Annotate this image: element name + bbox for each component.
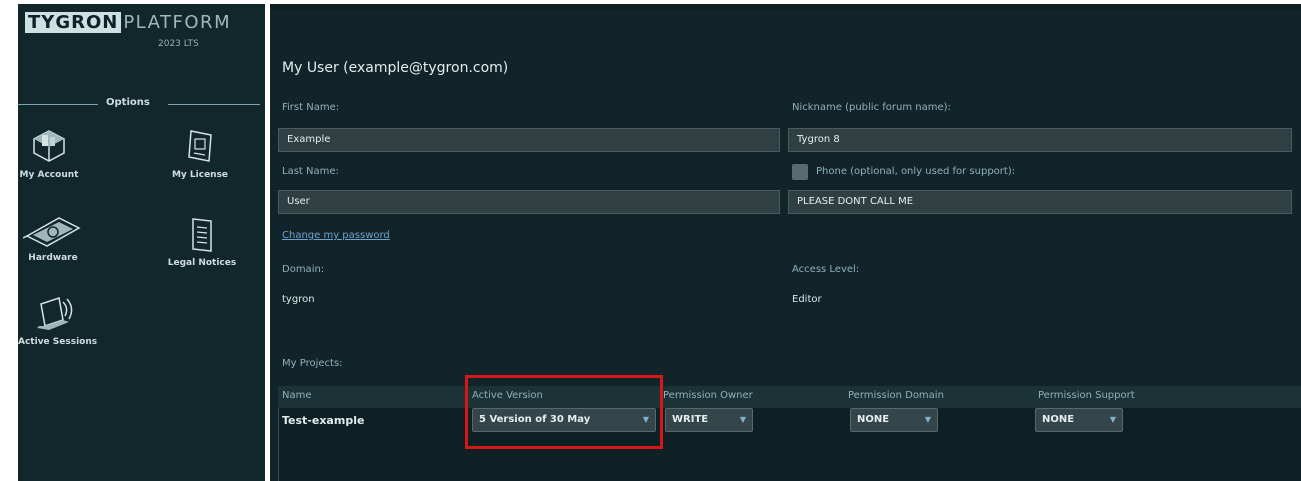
- city-blocks-icon: [33, 130, 65, 162]
- nickname-label: Nickname (public forum name):: [792, 102, 951, 113]
- app-window: TYGRON PLATFORM 2023 LTS Options My Accou…: [0, 0, 1301, 481]
- highlight-box: [465, 375, 663, 449]
- domain-label: Domain:: [282, 264, 325, 275]
- sidebar-item-label: Hardware: [28, 253, 78, 263]
- permission-owner-dropdown[interactable]: WRITE ▼: [665, 408, 753, 432]
- nickname-field[interactable]: Tygron 8: [788, 128, 1292, 152]
- domain-value: tygron: [282, 294, 315, 305]
- column-header-permission-support: Permission Support: [1038, 390, 1135, 401]
- sidebar-item-active-sessions[interactable]: Active Sessions: [18, 294, 98, 347]
- phone-checkbox[interactable]: [792, 164, 808, 180]
- document-icon: [192, 218, 212, 252]
- phone-field[interactable]: PLEASE DONT CALL ME: [788, 190, 1292, 214]
- column-header-permission-domain: Permission Domain: [848, 390, 944, 401]
- permission-domain-dropdown[interactable]: NONE ▼: [850, 408, 938, 432]
- chevron-down-icon: ▼: [739, 415, 746, 424]
- chevron-down-icon: ▼: [1109, 415, 1116, 424]
- sidebar-item-hardware[interactable]: Hardware: [22, 214, 84, 263]
- logo: TYGRON PLATFORM: [25, 12, 230, 36]
- options-divider-right: [168, 104, 260, 105]
- laptop-wifi-icon: [37, 297, 73, 330]
- graphics-card-icon: [23, 217, 81, 247]
- logo-brand: TYGRON: [25, 12, 122, 33]
- sidebar-item-my-license[interactable]: My License: [160, 127, 240, 180]
- version-label: 2023 LTS: [158, 39, 199, 49]
- column-header-name: Name: [282, 390, 312, 401]
- phone-label: Phone (optional, only used for support):: [816, 166, 1016, 177]
- access-level-value: Editor: [792, 294, 822, 305]
- top-strip: [270, 4, 1301, 10]
- project-name: Test-example: [282, 414, 365, 427]
- sidebar-item-label: My License: [171, 170, 229, 180]
- page-title: My User (example@tygron.com): [282, 60, 509, 76]
- sidebar: TYGRON PLATFORM 2023 LTS Options My Accou…: [18, 4, 265, 481]
- first-name-label: First Name:: [282, 102, 340, 113]
- change-password-link[interactable]: Change my password: [282, 230, 390, 241]
- column-header-permission-owner: Permission Owner: [663, 390, 753, 401]
- projects-table-header: [278, 386, 1301, 408]
- sidebar-item-label: Legal Notices: [167, 258, 237, 268]
- permission-domain-value: NONE: [857, 414, 890, 425]
- license-card-icon: [188, 130, 212, 162]
- options-divider-left: [18, 104, 98, 105]
- access-level-label: Access Level:: [792, 264, 860, 275]
- main-panel: My User (example@tygron.com) First Name:…: [270, 4, 1301, 481]
- last-name-label: Last Name:: [282, 166, 339, 177]
- chevron-down-icon: ▼: [924, 415, 931, 424]
- projects-title: My Projects:: [282, 358, 343, 369]
- sidebar-item-label: Active Sessions: [18, 337, 98, 347]
- last-name-field[interactable]: User: [278, 190, 780, 214]
- permission-support-value: NONE: [1042, 414, 1075, 425]
- sidebar-item-my-account[interactable]: My Account: [18, 127, 80, 180]
- permission-owner-value: WRITE: [672, 414, 709, 425]
- options-title: Options: [106, 97, 150, 108]
- first-name-field[interactable]: Example: [278, 128, 780, 152]
- sidebar-item-label: My Account: [19, 170, 79, 180]
- permission-support-dropdown[interactable]: NONE ▼: [1035, 408, 1123, 432]
- logo-platform: PLATFORM: [123, 12, 232, 33]
- sidebar-item-legal-notices[interactable]: Legal Notices: [161, 217, 243, 268]
